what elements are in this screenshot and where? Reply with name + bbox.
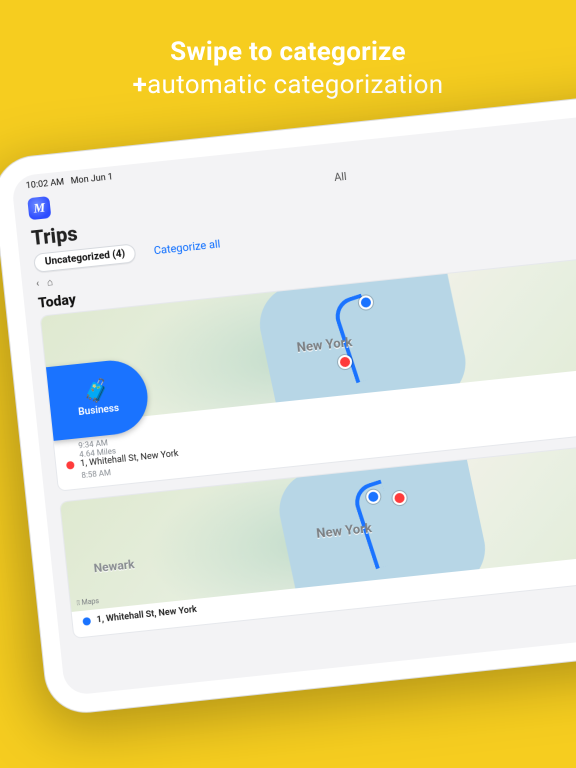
stop-title: 1, Whitehall St, New York [96, 605, 197, 625]
ipad-device: 10:02 AM Mon Jun 1 ᯤ 66% ▮ M All [0, 84, 576, 717]
categorize-all-link[interactable]: Categorize all [153, 237, 221, 257]
stop-dot-blue-icon [82, 617, 91, 626]
hero-line-1: Swipe to categorize [0, 36, 576, 69]
home-icon[interactable]: ⌂ [47, 277, 54, 289]
status-date: Mon Jun 1 [70, 172, 113, 186]
hero-line-2: +automatic categorization [0, 69, 576, 102]
promo-stage: Swipe to categorize +automatic categoriz… [0, 0, 576, 768]
app-icon[interactable]: M [27, 196, 51, 220]
app-initial: M [33, 200, 46, 217]
app-screen: 10:02 AM Mon Jun 1 ᯤ 66% ▮ M All [11, 105, 576, 696]
map-label-newark: Newark [93, 557, 135, 575]
stop-dot-red-icon [66, 461, 75, 470]
hero-subtitle: automatic categorization [147, 70, 443, 100]
plus-icon: + [133, 70, 147, 100]
briefcase-icon: 🧳 [82, 380, 112, 405]
back-icon[interactable]: ‹ [36, 279, 40, 290]
chip-label: Uncategorized (4) [44, 248, 125, 267]
hero-text: Swipe to categorize +automatic categoriz… [0, 0, 576, 101]
apple-maps-label:  Maps [76, 597, 99, 607]
status-time: 10:02 AM [25, 177, 64, 191]
ipad-bezel: 10:02 AM Mon Jun 1 ᯤ 66% ▮ M All [0, 84, 576, 717]
